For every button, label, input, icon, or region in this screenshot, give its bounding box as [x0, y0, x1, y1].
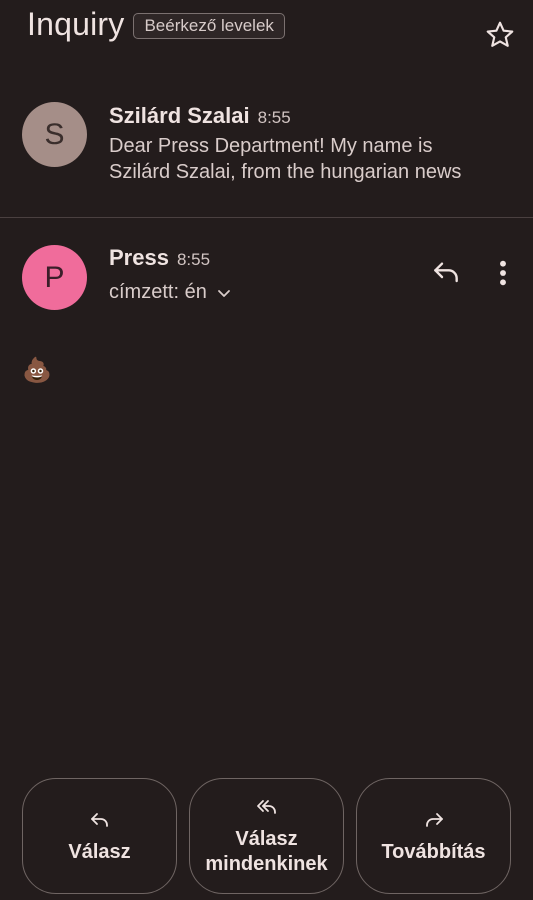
snippet-line: Dear Press Department! My name is	[109, 135, 433, 157]
avatar-letter: P	[44, 260, 65, 294]
reply-label: Válasz	[68, 840, 131, 863]
thread-subject: Inquiry	[27, 6, 125, 42]
message-body: 💩	[22, 356, 52, 384]
forward-icon	[425, 812, 443, 827]
reply-button[interactable]: Válasz	[22, 778, 177, 894]
star-icon[interactable]	[484, 19, 516, 51]
message-sender-row: Press 8:55	[109, 245, 210, 271]
forward-label: Továbbítás	[381, 840, 486, 863]
collapsed-message[interactable]: S Szilárd Szalai 8:55 Dear Press Departm…	[0, 95, 533, 217]
email-thread-screen: Inquiry Beérkező levelek S Szilárd Szala…	[0, 0, 533, 900]
forward-button[interactable]: Továbbítás	[356, 778, 511, 894]
more-vert-icon[interactable]	[490, 257, 516, 289]
sender-name: Press	[109, 245, 169, 270]
message-sender-row: Szilárd Szalai 8:55	[109, 103, 291, 129]
avatar[interactable]: S	[22, 102, 87, 167]
avatar[interactable]: P	[22, 245, 87, 310]
chevron-down-icon	[217, 289, 230, 297]
reply-all-icon	[256, 800, 276, 814]
reply-all-label: Válasz mindenkinek	[205, 827, 327, 877]
reply-all-button[interactable]: Válasz mindenkinek	[189, 778, 344, 894]
inbox-label-chip[interactable]: Beérkező levelek	[133, 12, 285, 39]
message-time: 8:55	[257, 108, 291, 127]
snippet-line: Szilárd Szalai, from the hungarian news	[109, 161, 462, 183]
recipient-details-toggle[interactable]: címzett: én	[109, 281, 232, 304]
sender-name: Szilárd Szalai	[109, 103, 250, 128]
message-snippet: Dear Press Department! My name is Szilár…	[109, 133, 499, 185]
action-bar: Válasz Válasz mindenkinek Továbbítás	[0, 778, 533, 894]
divider	[0, 217, 533, 218]
avatar-letter: S	[44, 117, 65, 151]
reply-all-label-line: Válasz	[235, 828, 298, 850]
reply-icon	[90, 812, 108, 827]
reply-all-label-line: mindenkinek	[205, 853, 328, 875]
recipient-text: címzett: én	[109, 281, 207, 303]
thread-header: Inquiry Beérkező levelek	[27, 6, 285, 43]
message-time: 8:55	[176, 250, 211, 269]
reply-icon[interactable]	[430, 257, 462, 289]
